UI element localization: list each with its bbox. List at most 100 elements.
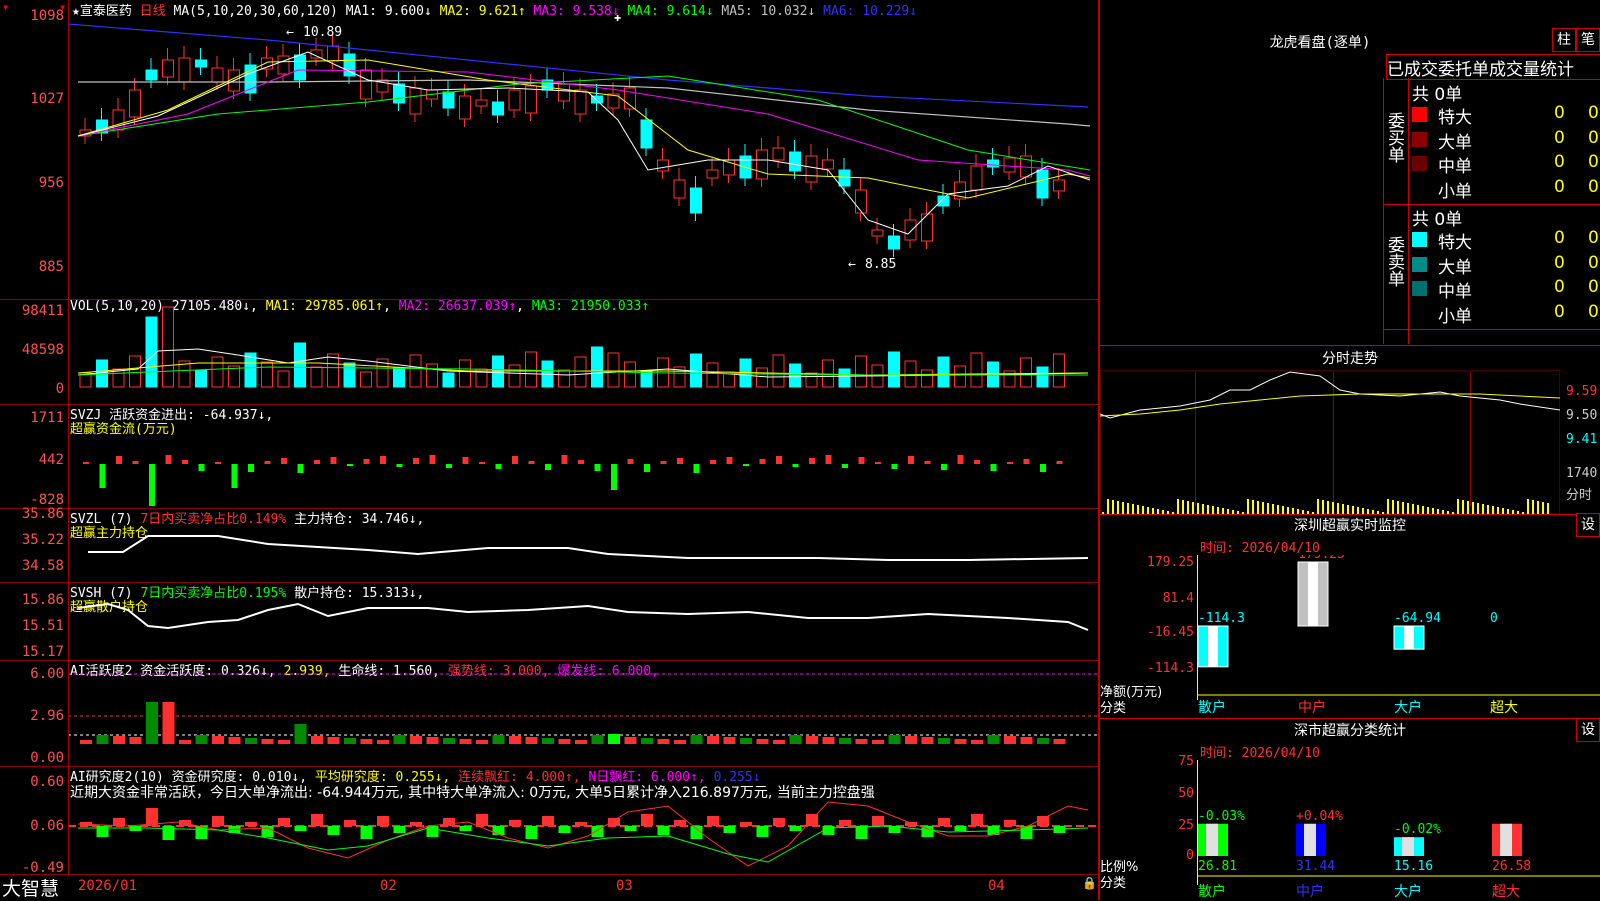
buy-row: 小单 0 0%: [1412, 177, 1600, 202]
sz-monitor-time: 时间: 2026/04/10: [1200, 541, 1320, 556]
svsh-tick-3: 15.17: [21, 644, 64, 660]
svzj-panel[interactable]: SVZJ 活跃资金进出: -64.937↓, 超赢资金流(万元) 1711 44…: [0, 404, 1098, 509]
ai1-bar: [723, 737, 736, 744]
vol-bar: [277, 370, 290, 388]
sell-row-count: 0: [1554, 228, 1565, 248]
sell-row-count: 0: [1554, 252, 1565, 273]
szm-tick-3: -16.45: [1147, 625, 1194, 640]
ai1-bar: [443, 738, 455, 744]
sz-class-chart[interactable]: -0.03% 26.81 散户 +0.04% 31.44 中户 -0.02% 15.16 大户 2…: [1198, 758, 1600, 900]
ai1-bar: [195, 735, 208, 744]
cursor-cross[interactable]: ✚: [614, 10, 621, 24]
svzj-bar: [627, 459, 634, 464]
candle: [360, 69, 372, 100]
brand-logo[interactable]: 大智慧: [2, 874, 59, 901]
lock-icon[interactable]: 🔒: [1082, 876, 1097, 890]
svzj-bar: [330, 457, 337, 464]
svzj-bar: [743, 464, 749, 466]
ai1-bar: [146, 702, 158, 744]
candle: [838, 169, 851, 187]
sz-class-title: 深市超赢分类统计: [1294, 723, 1406, 739]
szc-tick-1: 75: [1178, 754, 1194, 769]
sz-class-settings-button[interactable]: 设: [1576, 718, 1600, 742]
candle: [1036, 169, 1049, 199]
vol-bar: [789, 363, 801, 388]
sz-monitor-chart[interactable]: -114.3 散户 179.25 中户 -64.94 大户 0 超大: [1198, 555, 1600, 715]
vol-chart[interactable]: [68, 299, 1098, 403]
ai2-bar: [575, 822, 587, 826]
vol-bar: [1036, 366, 1049, 388]
ai1-bar: [806, 736, 818, 744]
bar-mode-button[interactable]: 柱: [1552, 28, 1576, 52]
chart-area[interactable]: ▾ ▾ ★宣泰医药 日线 MA(5,10,20,30,60,120) MA1: …: [0, 0, 1098, 900]
ai1-bar: [789, 735, 802, 744]
svzl-panel[interactable]: SVZL (7) 7日内买卖净占比0.149% 主力持仓: 34.746↓, 超…: [0, 506, 1098, 583]
vol-bar: [591, 346, 603, 388]
ai1-bar: [872, 740, 884, 744]
svzj-bar: [578, 460, 584, 464]
ai1-bar: [212, 736, 224, 744]
timeshare-chart[interactable]: [1100, 370, 1560, 514]
szm-category: 超大: [1490, 700, 1518, 715]
svzj-bar: [215, 462, 221, 464]
ai1-bar: [1020, 737, 1033, 744]
ai1-bar: [822, 737, 835, 744]
svg-text:←: ←: [848, 257, 856, 272]
price-chart[interactable]: ← 10.89 ← 8.85: [68, 10, 1098, 298]
szc-value: 26.58: [1492, 859, 1531, 874]
vol-bar: [772, 354, 785, 388]
svzj-bar: [231, 464, 238, 488]
ai1-panel[interactable]: AI活跃度2 资金活跃度: 0.326↓, 2.939, 生命线: 1.560,…: [0, 660, 1098, 767]
price-tick-1: 1098: [30, 8, 64, 24]
candle: [657, 159, 669, 172]
svsh-panel[interactable]: SVSH (7) 7日内买卖净占比0.195% 散户持仓: 15.313↓, 超…: [0, 582, 1098, 661]
price-panel[interactable]: ★宣泰医药 日线 MA(5,10,20,30,60,120) MA1: 9.60…: [0, 0, 1098, 300]
ai2-chart[interactable]: [68, 766, 1098, 874]
vol-bar: [162, 306, 174, 388]
vol-panel[interactable]: VOL(5,10,20) 27105.480↓, MA1: 29785.061↑…: [0, 299, 1098, 405]
svzl-chart[interactable]: [68, 508, 1098, 582]
ai2-bar: [707, 816, 719, 826]
candle: [327, 45, 339, 62]
svsh-chart[interactable]: [68, 582, 1098, 660]
sz-class-panel[interactable]: 深市超赢分类统计 设 时间: 2026/04/10 75 50 25 0 比例%…: [1100, 718, 1600, 900]
ai1-bar: [938, 738, 950, 744]
price-tick-2: 1027: [30, 91, 64, 107]
sz-monitor-panel[interactable]: 深圳超赢实时监控 设 时间: 2026/04/10 179.25 81.4 -1…: [1100, 513, 1600, 719]
sell-row-pct: 0%: [1588, 301, 1600, 322]
tick-mode-button[interactable]: 笔: [1576, 28, 1600, 52]
svzl-tick-3: 34.58: [21, 558, 64, 574]
ts-vol-bar: [1252, 500, 1254, 514]
svzj-bar: [429, 455, 436, 464]
ai1-chart[interactable]: [68, 660, 1098, 766]
price-tick-3: 956: [38, 175, 64, 191]
buy-row-label: 大单: [1438, 132, 1472, 153]
candle: [492, 101, 504, 116]
sell-row-count: 0: [1554, 301, 1565, 322]
svzj-chart[interactable]: [68, 404, 1098, 508]
ai2-bar: [525, 826, 538, 839]
ai1-bar: [492, 735, 505, 744]
ai2-bar: [839, 820, 851, 826]
svzj-bar: [1023, 459, 1030, 464]
ai2-panel[interactable]: AI研究度2(10) 资金研究度: 0.010↓, 平均研究度: 0.255↓,…: [0, 766, 1098, 876]
ts-vol-bar: [1112, 500, 1114, 514]
ai1-bar: [707, 736, 719, 744]
vol-bar: [525, 351, 537, 388]
szm-x-label: 分类: [1100, 701, 1127, 716]
timeshare-panel[interactable]: 分时走势 9.59 9.50 9.41 1740 分时: [1100, 345, 1600, 515]
candle: [970, 165, 983, 191]
candle: [640, 119, 653, 149]
ai2-bar: [855, 826, 868, 839]
x-label-jan: 2026/01: [78, 878, 138, 894]
ai2-bar: [509, 820, 521, 826]
candle: [772, 147, 785, 161]
sell-swatch: [1412, 256, 1427, 272]
szm-category: 中户: [1298, 699, 1326, 715]
szc-value: 31.44: [1296, 859, 1335, 874]
ai1-bar: [888, 735, 901, 744]
sz-monitor-settings-button[interactable]: 设: [1576, 513, 1600, 537]
dragon-tabs[interactable]: 已成交委托单成交量统计: [1386, 54, 1600, 80]
buy-row-count: 0: [1554, 152, 1565, 172]
ai1-bar: [575, 740, 587, 744]
